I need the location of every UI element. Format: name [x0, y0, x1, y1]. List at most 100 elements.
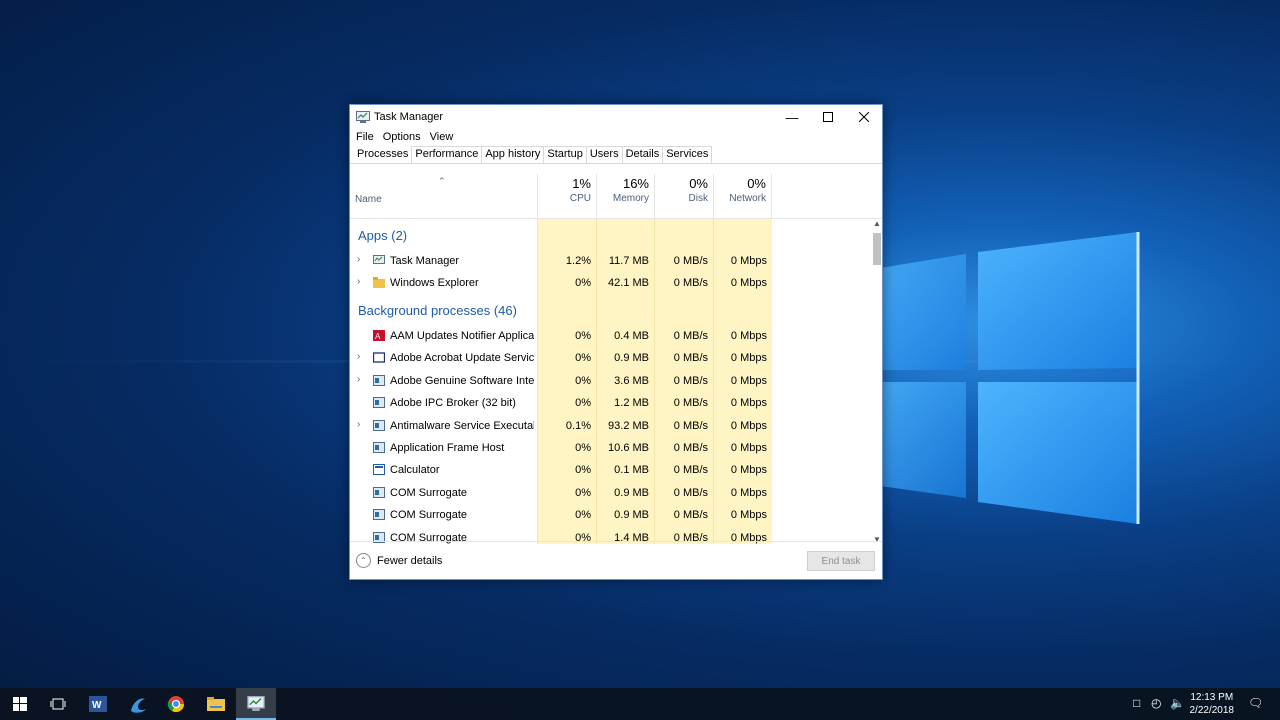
tab-startup[interactable]: Startup: [543, 146, 587, 163]
column-network[interactable]: 0% Network: [713, 174, 772, 218]
adobe-icon: A: [373, 330, 385, 341]
group-header-background: Background processes (46): [358, 303, 517, 318]
process-row[interactable]: COM Surrogate 0% 0.9 MB 0 MB/s 0 Mbps: [350, 504, 870, 526]
title-bar[interactable]: Task Manager —: [350, 105, 882, 129]
network-label: Network: [729, 193, 766, 204]
menu-file[interactable]: File: [356, 131, 374, 143]
tab-services[interactable]: Services: [662, 146, 713, 163]
scroll-up-icon[interactable]: ▲: [873, 219, 881, 228]
process-network: 0 Mbps: [730, 442, 767, 454]
menu-view[interactable]: View: [430, 131, 454, 143]
process-disk: 0 MB/s: [673, 442, 708, 454]
process-cpu: 0%: [575, 464, 591, 477]
clock-time: 12:13 PM: [1190, 692, 1234, 703]
process-memory: 11.7 MB: [608, 255, 649, 267]
taskbar-file-explorer[interactable]: [196, 688, 236, 720]
column-cpu[interactable]: 1% CPU: [537, 174, 596, 218]
chevron-up-icon: ⌃: [356, 553, 371, 568]
process-network: 0 Mbps: [730, 509, 767, 522]
tab-performance[interactable]: Performance: [411, 146, 483, 163]
chrome-icon: [167, 696, 185, 713]
volume-icon[interactable]: 🔈: [1170, 696, 1185, 710]
process-cpu: 1.2%: [565, 255, 591, 267]
chevron-right-icon[interactable]: ›: [357, 419, 360, 430]
network-icon[interactable]: ◴: [1151, 696, 1161, 710]
close-button[interactable]: [846, 105, 882, 129]
process-cpu: 0%: [575, 277, 591, 290]
process-row[interactable]: Calculator 0% 0.1 MB 0 MB/s 0 Mbps: [350, 459, 870, 481]
process-memory: 0.9 MB: [614, 509, 649, 522]
process-memory: 0.9 MB: [614, 486, 649, 499]
process-disk: 0 MB/s: [673, 419, 708, 432]
system-clock[interactable]: 12:13 PM 2/22/2018: [1190, 691, 1235, 717]
process-memory: 42.1 MB: [608, 277, 649, 290]
menu-bar: File Options View: [350, 129, 882, 145]
process-name: COM Surrogate: [390, 509, 468, 522]
file-explorer-icon: [207, 697, 225, 711]
taskbar-task-manager[interactable]: [236, 688, 276, 720]
action-center-icon[interactable]: 🗨: [1248, 696, 1263, 710]
process-network: 0 Mbps: [730, 352, 767, 365]
tab-app-history[interactable]: App history: [481, 146, 545, 163]
notification-square-icon[interactable]: □: [1133, 696, 1140, 710]
process-name: Application Frame Host: [390, 442, 505, 454]
process-name: Windows Explorer: [390, 277, 479, 290]
tab-users[interactable]: Users: [585, 146, 623, 163]
process-row[interactable]: › Task Manager 1.2% 11.7 MB 0 MB/s 0 Mbps: [350, 250, 870, 272]
scrollbar-thumb[interactable]: [873, 233, 881, 265]
task-manager-icon: [247, 695, 265, 711]
process-row[interactable]: COM Surrogate 0% 0.9 MB 0 MB/s 0 Mbps: [350, 482, 870, 504]
chevron-right-icon[interactable]: ›: [357, 351, 360, 362]
menu-options[interactable]: Options: [383, 131, 421, 143]
service-icon: [373, 419, 385, 431]
process-row[interactable]: Application Frame Host 0% 10.6 MB 0 MB/s 0 M…: [350, 437, 870, 459]
service-icon: [373, 509, 385, 521]
process-row[interactable]: › Windows Explorer 0% 42.1 MB 0 MB/s 0 Mbps: [350, 272, 870, 294]
process-row[interactable]: Adobe IPC Broker (32 bit) 0% 1.2 MB 0 MB/s 0…: [350, 392, 870, 414]
process-disk: 0 MB/s: [673, 352, 708, 365]
chevron-right-icon[interactable]: ›: [357, 374, 360, 385]
minimize-button[interactable]: —: [774, 105, 810, 129]
minimize-icon: —: [785, 109, 799, 125]
windows-logo-wallpaper: [880, 228, 1142, 528]
process-memory: 0.1 MB: [614, 464, 649, 477]
word-icon: W: [89, 696, 107, 712]
chevron-right-icon[interactable]: ›: [357, 276, 360, 287]
column-name[interactable]: Name: [355, 194, 382, 205]
process-cpu: 0%: [575, 486, 591, 499]
tab-details[interactable]: Details: [621, 146, 664, 163]
task-view-button[interactable]: [38, 688, 78, 720]
process-row[interactable]: › Adobe Acrobat Update Service (... 0% 0.9 …: [350, 347, 870, 369]
taskbar-edge[interactable]: [118, 688, 158, 720]
process-network: 0 Mbps: [730, 374, 767, 387]
process-disk: 0 MB/s: [673, 509, 708, 522]
end-task-button[interactable]: End task: [807, 551, 875, 571]
service-icon: [373, 374, 385, 386]
sort-up-icon: ⌃: [438, 176, 446, 186]
process-row[interactable]: › Adobe Genuine Software Integri... 0% 3.6 …: [350, 370, 870, 392]
start-button[interactable]: [0, 688, 40, 720]
vertical-scrollbar[interactable]: ▲ ▼: [872, 219, 882, 544]
close-icon: [859, 112, 869, 122]
process-row[interactable]: A AAM Updates Notifier Applicati... 0% 0.4 …: [350, 325, 870, 347]
process-cpu: 0%: [575, 397, 591, 410]
process-memory: 0.4 MB: [614, 330, 649, 342]
process-network: 0 Mbps: [730, 464, 767, 477]
process-row[interactable]: › Antimalware Service Executable 0.1% 93.2 …: [350, 415, 870, 437]
column-disk[interactable]: 0% Disk: [654, 174, 713, 218]
process-cpu: 0.1%: [565, 419, 591, 432]
process-disk: 0 MB/s: [673, 486, 708, 499]
process-memory: 10.6 MB: [608, 442, 649, 454]
chevron-right-icon[interactable]: ›: [357, 254, 360, 265]
process-disk: 0 MB/s: [673, 277, 708, 290]
column-memory[interactable]: 16% Memory: [596, 174, 654, 218]
tab-processes[interactable]: Processes: [353, 146, 413, 163]
disk-total: 0%: [689, 176, 708, 191]
fewer-details-button[interactable]: ⌃ Fewer details: [356, 553, 442, 568]
taskbar-chrome[interactable]: [156, 688, 196, 720]
maximize-button[interactable]: [810, 105, 846, 129]
process-name: COM Surrogate: [390, 486, 468, 499]
taskbar-word[interactable]: W: [78, 688, 118, 720]
group-header-apps: Apps (2): [358, 228, 408, 243]
process-memory: 0.9 MB: [614, 352, 649, 365]
